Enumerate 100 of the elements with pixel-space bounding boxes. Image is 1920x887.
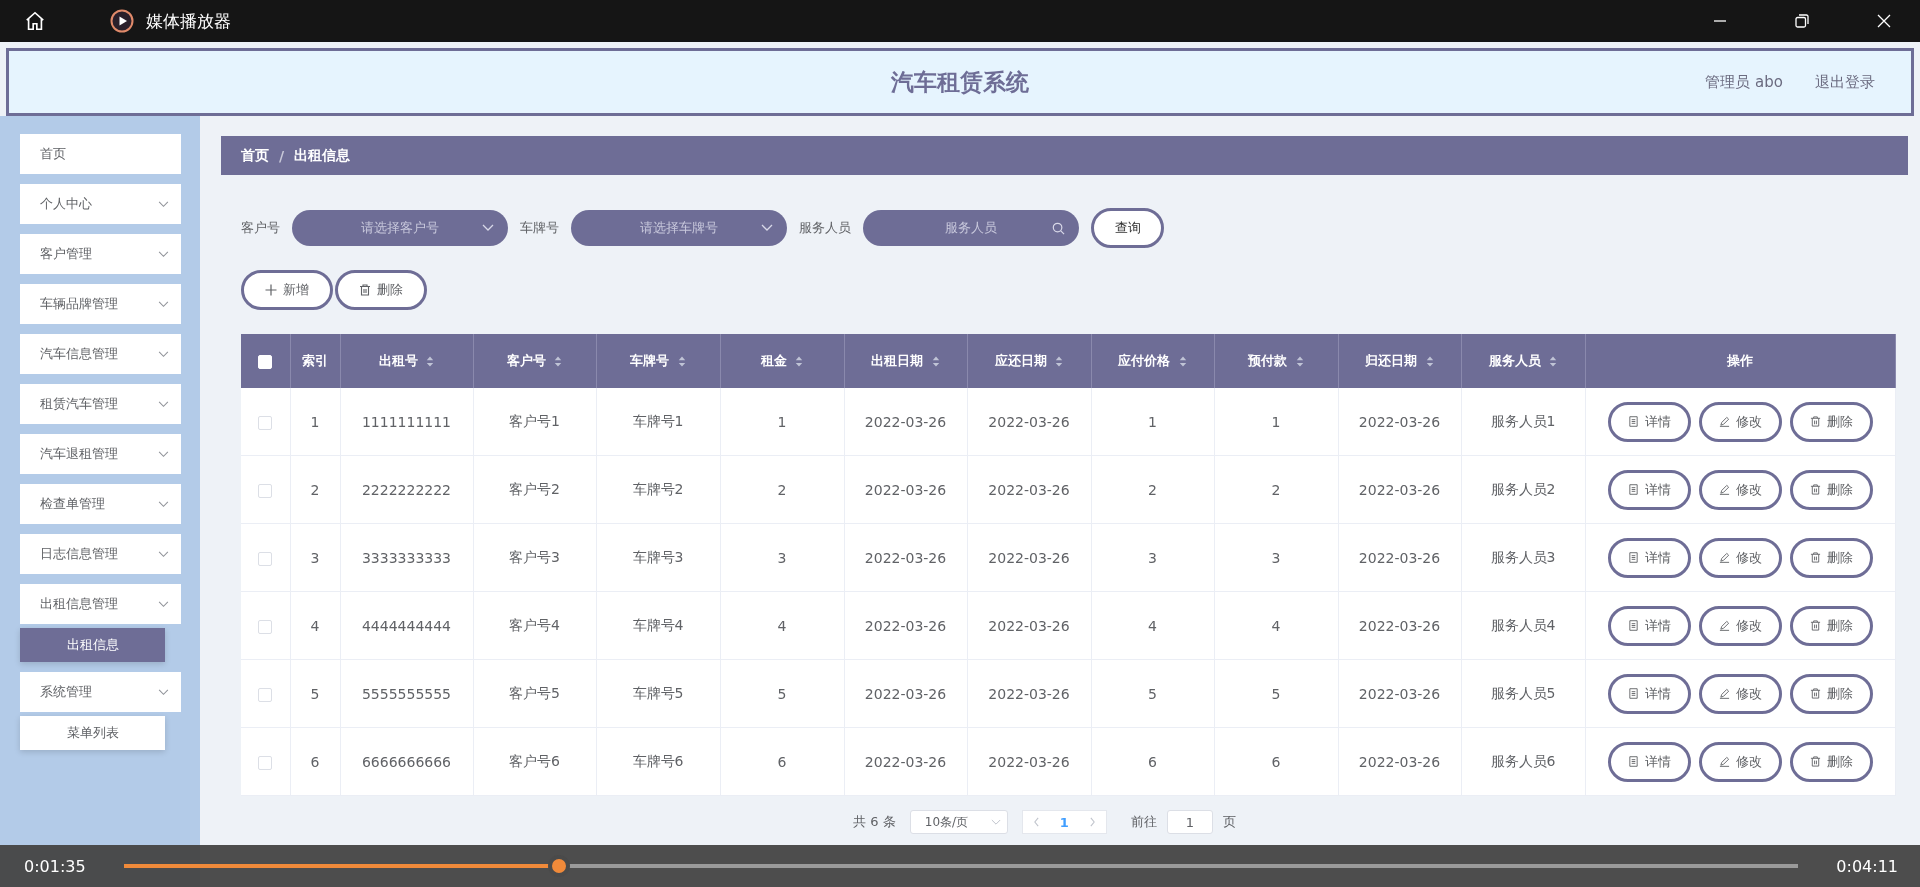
sidebar-item-label: 首页	[40, 145, 66, 163]
breadcrumb-link[interactable]: 首页	[241, 146, 269, 165]
detail-button[interactable]: 详情	[1607, 741, 1691, 782]
detail-button[interactable]: 详情	[1607, 401, 1691, 442]
select-all-checkbox[interactable]	[258, 354, 273, 369]
row-checkbox[interactable]	[258, 551, 273, 566]
column-header[interactable]: 索引	[290, 334, 340, 388]
table-cell: 1	[720, 388, 844, 456]
next-page-icon[interactable]	[1088, 817, 1096, 827]
column-header[interactable]: 服务人员	[1461, 334, 1585, 388]
table-cell: 2022-03-26	[1338, 455, 1461, 524]
column-header[interactable]: 出租日期	[844, 334, 967, 388]
delete-button[interactable]: 删除	[1789, 605, 1873, 646]
breadcrumb-link[interactable]: 出租信息	[294, 146, 351, 165]
sidebar-item[interactable]: 出租信息管理	[20, 584, 181, 624]
table-cell: 1	[1214, 388, 1338, 456]
detail-button[interactable]: 详情	[1607, 469, 1691, 510]
sidebar-item[interactable]: 日志信息管理	[20, 534, 181, 574]
row-checkbox[interactable]	[258, 687, 273, 702]
table-cell: 服务人员4	[1461, 591, 1585, 660]
edit-button[interactable]: 修改	[1698, 673, 1782, 714]
table-cell: 车牌号1	[596, 388, 720, 456]
detail-button[interactable]: 详情	[1607, 605, 1691, 646]
table-cell: 客户号2	[473, 455, 596, 524]
sidebar-item[interactable]: 系统管理	[20, 672, 181, 712]
sidebar-item[interactable]: 首页	[20, 134, 181, 174]
column-header[interactable]: 客户号	[473, 334, 596, 388]
home-icon[interactable]	[24, 10, 46, 32]
table-cell: 2022-03-26	[844, 455, 967, 524]
delete-button[interactable]: 删除	[1789, 673, 1873, 714]
close-icon[interactable]	[1876, 13, 1892, 29]
edit-button[interactable]: 修改	[1698, 741, 1782, 782]
table-cell: 2022-03-26	[844, 523, 967, 592]
sidebar-item[interactable]: 个人中心	[20, 184, 181, 224]
sort-icon	[1549, 355, 1558, 367]
sidebar-item[interactable]: 租赁汽车管理	[20, 384, 181, 424]
chevron-icon	[158, 200, 169, 208]
column-header[interactable]: 应付价格	[1091, 334, 1214, 388]
row-checkbox[interactable]	[258, 619, 273, 634]
prev-page-icon[interactable]	[1032, 817, 1040, 827]
detail-button[interactable]: 详情	[1607, 537, 1691, 578]
trash-icon	[359, 284, 371, 296]
edit-button[interactable]: 修改	[1698, 537, 1782, 578]
table-cell: 3	[1091, 523, 1214, 592]
table-cell: 服务人员1	[1461, 388, 1585, 456]
submenu-item[interactable]: 菜单列表	[20, 716, 165, 750]
table-cell: 服务人员5	[1461, 659, 1585, 728]
row-checkbox[interactable]	[258, 483, 273, 498]
detail-button[interactable]: 详情	[1607, 673, 1691, 714]
row-checkbox[interactable]	[258, 755, 273, 770]
sidebar-item-label: 车辆品牌管理	[40, 295, 118, 313]
column-header[interactable]: 出租号	[340, 334, 473, 388]
table-cell: 2022-03-26	[1338, 388, 1461, 456]
sidebar-item[interactable]: 汽车信息管理	[20, 334, 181, 374]
chevron-icon	[158, 600, 169, 608]
column-header[interactable]: 租金	[720, 334, 844, 388]
delete-button[interactable]: 删除	[335, 270, 427, 310]
edit-button[interactable]: 修改	[1698, 401, 1782, 442]
chevron-icon	[482, 224, 494, 232]
sort-icon	[795, 355, 804, 367]
edit-button[interactable]: 修改	[1698, 469, 1782, 510]
goto-page-field[interactable]: 1	[1166, 810, 1213, 834]
sidebar-item-label: 客户管理	[40, 245, 92, 263]
query-button[interactable]: 查询	[1091, 208, 1164, 248]
table-cell: 6	[290, 727, 340, 796]
sidebar-item[interactable]: 检查单管理	[20, 484, 181, 524]
sidebar-item-label: 汽车退租管理	[40, 445, 118, 463]
trash-icon	[1809, 484, 1821, 495]
edit-button[interactable]: 修改	[1698, 605, 1782, 646]
goto-label: 前往	[1130, 813, 1157, 831]
chevron-icon	[158, 300, 169, 308]
column-header[interactable]: 应还日期	[967, 334, 1091, 388]
submenu-item[interactable]: 出租信息	[20, 628, 165, 662]
delete-button[interactable]: 删除	[1789, 401, 1873, 442]
page-size-select[interactable]: 10条/页	[909, 810, 1008, 834]
column-header[interactable]: 预付款	[1214, 334, 1338, 388]
elapsed-time: 0:01:35	[24, 856, 86, 876]
table-cell: 2	[1091, 455, 1214, 524]
delete-button[interactable]: 删除	[1789, 469, 1873, 510]
delete-button[interactable]: 删除	[1789, 741, 1873, 782]
sidebar-item[interactable]: 车辆品牌管理	[20, 284, 181, 324]
table-cell: 5	[1214, 659, 1338, 728]
table-cell: 车牌号6	[596, 727, 720, 796]
table-cell: 2022-03-26	[967, 388, 1091, 456]
column-header[interactable]: 操作	[1585, 334, 1896, 388]
column-header[interactable]: 车牌号	[596, 334, 720, 388]
pencil-icon	[1718, 620, 1730, 631]
sidebar-item[interactable]: 客户管理	[20, 234, 181, 274]
column-header[interactable]: 归还日期	[1338, 334, 1461, 388]
total-count: 共 6 条	[853, 813, 896, 831]
add-button[interactable]: 新增	[241, 270, 333, 310]
table-cell: 2	[290, 455, 340, 524]
window-title: 媒体播放器	[146, 9, 231, 33]
delete-button[interactable]: 删除	[1789, 537, 1873, 578]
chevron-icon	[158, 550, 169, 558]
logout-link[interactable]: 退出登录	[1815, 72, 1875, 92]
row-checkbox[interactable]	[258, 415, 273, 430]
sidebar-item[interactable]: 汽车退租管理	[20, 434, 181, 474]
restore-icon[interactable]	[1794, 13, 1810, 29]
table-cell: 4	[1214, 591, 1338, 660]
